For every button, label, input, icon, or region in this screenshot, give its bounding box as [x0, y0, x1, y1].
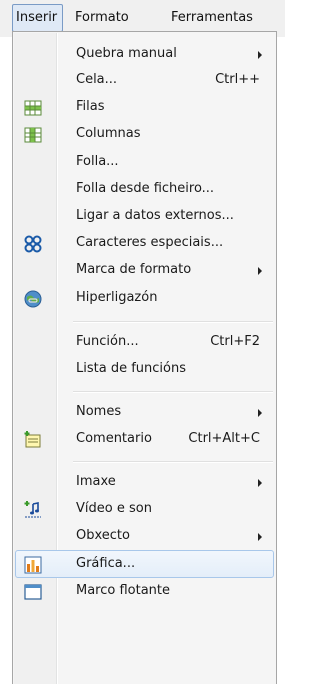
menu-item-marca-de-formato[interactable]: Marca de formato: [15, 258, 274, 284]
chart-icon: [24, 556, 42, 574]
menu-item-label: Imaxe: [76, 474, 116, 489]
menu-item-nomes[interactable]: Nomes: [15, 400, 274, 426]
menu-item-obxecto[interactable]: Obxecto: [15, 524, 274, 550]
menu-item-comentario[interactable]: Comentario Ctrl+Alt+C: [15, 427, 274, 453]
submenu-arrow-icon: [258, 51, 262, 59]
menu-item-marco-flotante[interactable]: Marco flotante: [15, 579, 274, 605]
menu-item-filas[interactable]: Filas: [15, 95, 274, 121]
menu-item-label: Ligar a datos externos...: [76, 208, 234, 223]
menu-item-label: Lista de funcións: [76, 361, 186, 376]
menu-item-label: Cela...: [76, 72, 118, 87]
menu-item-label: Obxecto: [76, 528, 130, 543]
menu-item-label: Marca de formato: [76, 262, 192, 277]
menu-item-lista-de-funcions[interactable]: Lista de funcións: [15, 357, 274, 383]
menu-item-columnas[interactable]: Columnas: [15, 122, 274, 148]
menu-item-label: Función...: [76, 334, 139, 349]
menu-item-funcion[interactable]: Función... Ctrl+F2: [15, 330, 274, 356]
submenu-arrow-icon: [258, 533, 262, 541]
menu-separator: [73, 461, 273, 463]
menu-item-label: Gráfica...: [76, 556, 136, 571]
menu-item-video-e-son[interactable]: Vídeo e son: [15, 497, 274, 523]
submenu-arrow-icon: [258, 409, 262, 417]
menu-item-folla-desde-ficheiro[interactable]: Folla desde ficheiro...: [15, 177, 274, 203]
menu-item-ligar-datos-externos[interactable]: Ligar a datos externos...: [15, 204, 274, 230]
menu-item-label: Hiperligazón: [76, 290, 158, 305]
submenu-arrow-icon: [258, 479, 262, 487]
menu-formato[interactable]: Formato: [75, 10, 129, 25]
menu-item-label: Caracteres especiais...: [76, 235, 224, 250]
video-sound-icon: [24, 501, 41, 518]
menu-item-label: Vídeo e son: [76, 501, 152, 516]
comment-icon: [24, 431, 41, 448]
menu-item-label: Comentario: [76, 431, 152, 446]
menu-item-grafica[interactable]: Gráfica...: [15, 550, 274, 578]
special-character-icon: [24, 235, 42, 253]
insert-columns-icon: [24, 127, 42, 143]
shortcut-label: Ctrl+F2: [210, 334, 260, 349]
menu-item-imaxe[interactable]: Imaxe: [15, 470, 274, 496]
hyperlink-globe-icon: [24, 290, 42, 308]
menu-item-label: Nomes: [76, 404, 122, 419]
submenu-arrow-icon: [258, 267, 262, 275]
menu-item-label: Folla desde ficheiro...: [76, 181, 215, 196]
menu-item-cela[interactable]: Cela... Ctrl++: [15, 68, 274, 94]
menu-item-label: Marco flotante: [76, 583, 171, 598]
menu-item-label: Columnas: [76, 126, 141, 141]
menu-item-label: Filas: [76, 99, 105, 114]
menu-inserir[interactable]: Inserir: [16, 10, 57, 25]
menu-item-folla[interactable]: Folla...: [15, 150, 274, 176]
menu-item-caracteres-especiais[interactable]: Caracteres especiais...: [15, 231, 274, 257]
inserir-dropdown-menu: Quebra manual Cela... Ctrl++ Filas Colum…: [12, 31, 277, 684]
menu-item-hiperligazon[interactable]: Hiperligazón: [15, 286, 274, 312]
shortcut-label: Ctrl+Alt+C: [188, 431, 260, 446]
menu-separator: [73, 321, 273, 323]
menu-item-label: Folla...: [76, 154, 119, 169]
floating-frame-icon: [24, 584, 42, 600]
menu-item-label: Quebra manual: [76, 46, 177, 61]
menu-separator: [73, 391, 273, 393]
insert-rows-icon: [24, 100, 42, 116]
shortcut-label: Ctrl++: [215, 72, 260, 87]
menu-ferramentas[interactable]: Ferramentas: [171, 10, 253, 25]
menu-item-quebra-manual[interactable]: Quebra manual: [15, 42, 274, 68]
